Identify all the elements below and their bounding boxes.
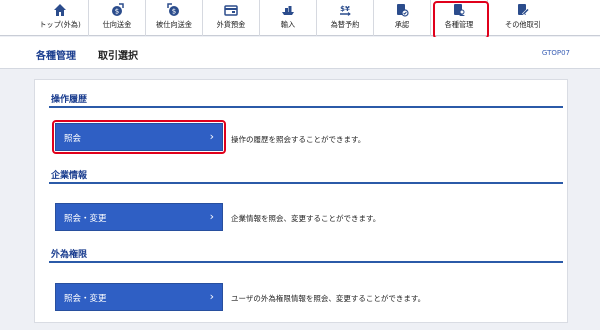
chevron-right-icon: ›	[209, 210, 214, 223]
management-icon	[454, 4, 465, 16]
section-heading-fx-authority: 外為権限	[49, 243, 563, 263]
page-title: 各種管理	[36, 51, 76, 62]
outward-remittance-icon: $	[112, 3, 124, 16]
nav-label-inward-remittance: 被仕向送金	[156, 20, 192, 29]
section-title-company-info: 企業情報	[51, 171, 88, 181]
top-nav: トップ(外為) $ 仕向送金 $ 被仕向送金 外貨預金 輸入 $¥ 為替予約 承…	[0, 0, 600, 39]
inward-remittance-icon: $	[167, 3, 179, 16]
operation-history-inquiry-button[interactable]: 照会 ›	[55, 123, 223, 151]
nav-item-exchange-contract[interactable]: $¥ 為替予約	[317, 0, 374, 36]
chevron-right-icon: ›	[209, 130, 214, 143]
nav-label-top: トップ(外為)	[39, 20, 81, 29]
operation-history-description: 操作の履歴を照会することができます。	[231, 135, 366, 144]
nav-label-approval: 承認	[394, 20, 410, 29]
chevron-right-icon: ›	[209, 290, 214, 303]
company-info-description: 企業情報を照会、変更することができます。	[231, 214, 381, 223]
exchange-contract-icon: $¥	[340, 5, 351, 16]
transaction-selection-card: 操作履歴 照会 › 操作の履歴を照会することができます。 企業情報 照会・変更 …	[34, 79, 568, 323]
page-subtitle: 取引選択	[98, 51, 138, 62]
company-info-inquiry-change-button[interactable]: 照会・変更 ›	[55, 203, 223, 231]
approval-icon	[397, 4, 409, 17]
section-title-fx-authority: 外為権限	[51, 250, 88, 260]
nav-label-exchange-contract: 為替予約	[330, 20, 360, 29]
screen-code: GTOP07	[541, 49, 570, 57]
nav-item-approval[interactable]: 承認	[374, 0, 431, 36]
title-bar: 各種管理 取引選択 GTOP07	[0, 37, 600, 69]
nav-label-outward-remittance: 仕向送金	[102, 20, 132, 29]
nav-item-inward-remittance[interactable]: $ 被仕向送金	[146, 0, 203, 36]
nav-label-import: 輸入	[280, 20, 296, 29]
section-heading-operation-history: 操作履歴	[49, 88, 563, 108]
nav-label-management: 各種管理	[444, 20, 474, 29]
nav-item-top[interactable]: トップ(外為)	[32, 0, 89, 36]
nav-item-other-transactions[interactable]: その他取引	[488, 0, 558, 36]
svg-text:$: $	[115, 8, 119, 16]
nav-label-other-transactions: その他取引	[505, 20, 541, 29]
svg-text:$: $	[172, 8, 176, 16]
operation-history-inquiry-label: 照会	[64, 134, 82, 144]
nav-item-management[interactable]: 各種管理	[431, 0, 489, 39]
company-info-inquiry-change-label: 照会・変更	[64, 214, 107, 224]
other-transactions-icon	[518, 4, 530, 16]
import-icon	[282, 6, 294, 15]
section-heading-company-info: 企業情報	[49, 164, 563, 184]
nav-item-import[interactable]: 輸入	[260, 0, 317, 36]
nav-label-foreign-deposit: 外貨預金	[216, 20, 246, 29]
nav-item-outward-remittance[interactable]: $ 仕向送金	[89, 0, 146, 36]
fx-authority-inquiry-change-label: 照会・変更	[64, 294, 107, 304]
svg-text:$¥: $¥	[340, 5, 350, 13]
fx-authority-inquiry-change-button[interactable]: 照会・変更 ›	[55, 283, 223, 311]
fx-authority-description: ユーザの外為権限情報を照会、変更することができます。	[231, 294, 426, 303]
home-icon	[54, 4, 66, 16]
nav-item-foreign-deposit[interactable]: 外貨預金	[203, 0, 260, 36]
foreign-deposit-icon	[224, 5, 238, 16]
section-title-operation-history: 操作履歴	[51, 95, 88, 105]
